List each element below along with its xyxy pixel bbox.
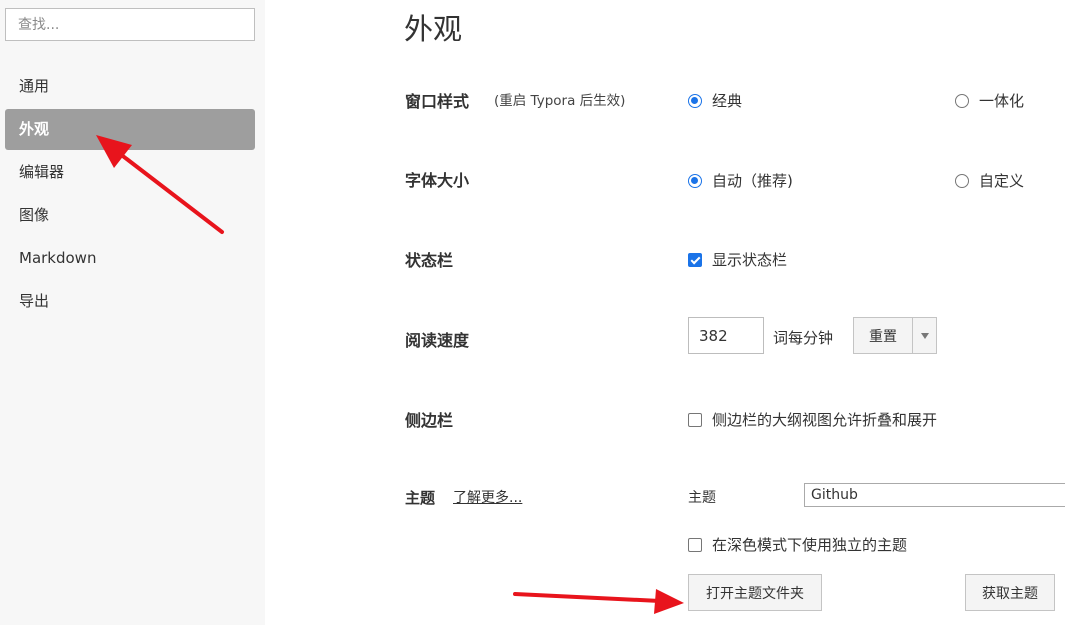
window-style-note: (重启 Typora 后生效) bbox=[494, 93, 626, 109]
font-size-label: 字体大小 bbox=[405, 171, 470, 190]
reading-speed-unit: 词每分钟 bbox=[773, 329, 834, 347]
reading-speed-input[interactable] bbox=[688, 317, 764, 354]
sidebar-item-general[interactable]: 通用 bbox=[5, 66, 255, 107]
window-style-classic-option[interactable]: 经典 bbox=[688, 90, 742, 111]
reset-button-label: 重置 bbox=[869, 328, 897, 345]
sidebar-nav: 通用 外观 编辑器 图像 Markdown 导出 bbox=[5, 66, 255, 324]
font-size-auto-option[interactable]: 自动（推荐) bbox=[688, 170, 793, 191]
arrow-to-open-folder-icon bbox=[513, 589, 684, 614]
get-themes-label: 获取主题 bbox=[982, 585, 1038, 602]
sidebar-item-image[interactable]: 图像 bbox=[5, 195, 255, 236]
sidebar-item-editor[interactable]: 编辑器 bbox=[5, 152, 255, 193]
page-title: 外观 bbox=[404, 12, 463, 46]
theme-select[interactable]: Github bbox=[804, 483, 1065, 507]
radio-unified[interactable] bbox=[955, 94, 969, 108]
outline-collapse-label: 侧边栏的大纲视图允许折叠和展开 bbox=[712, 411, 938, 429]
theme-label: 主题 bbox=[405, 489, 436, 507]
sidebar-item-appearance[interactable]: 外观 bbox=[5, 109, 255, 150]
outline-collapse-option[interactable]: 侧边栏的大纲视图允许折叠和展开 bbox=[688, 409, 937, 430]
dark-mode-theme-checkbox[interactable] bbox=[688, 538, 702, 552]
sidebar-item-markdown[interactable]: Markdown bbox=[5, 238, 255, 279]
theme-select-label: 主题 bbox=[688, 490, 716, 506]
dark-mode-theme-label: 在深色模式下使用独立的主题 bbox=[712, 536, 908, 554]
classic-label: 经典 bbox=[712, 92, 743, 110]
settings-sidebar: 通用 外观 编辑器 图像 Markdown 导出 bbox=[0, 0, 265, 625]
status-bar-label: 状态栏 bbox=[405, 251, 454, 270]
font-size-custom-option[interactable]: 自定义 bbox=[955, 170, 1024, 191]
custom-label: 自定义 bbox=[979, 172, 1025, 190]
show-status-bar-option[interactable]: 显示状态栏 bbox=[688, 249, 787, 270]
chevron-down-icon bbox=[920, 332, 929, 339]
theme-select-value: Github bbox=[811, 487, 858, 503]
outline-collapse-checkbox[interactable] bbox=[688, 413, 702, 427]
radio-auto[interactable] bbox=[688, 174, 702, 188]
radio-custom[interactable] bbox=[955, 174, 969, 188]
get-themes-button[interactable]: 获取主题 bbox=[965, 574, 1055, 611]
auto-label: 自动（推荐) bbox=[712, 172, 793, 190]
show-status-bar-label: 显示状态栏 bbox=[712, 251, 788, 269]
reset-dropdown-button[interactable] bbox=[912, 317, 937, 354]
unified-label: 一体化 bbox=[979, 92, 1025, 110]
sidebar-section-label: 侧边栏 bbox=[405, 411, 454, 430]
search-input[interactable] bbox=[5, 8, 255, 41]
dark-mode-theme-option[interactable]: 在深色模式下使用独立的主题 bbox=[688, 534, 907, 555]
sidebar-item-export[interactable]: 导出 bbox=[5, 281, 255, 322]
show-status-bar-checkbox[interactable] bbox=[688, 253, 702, 267]
reset-button[interactable]: 重置 bbox=[853, 317, 913, 354]
reading-speed-label: 阅读速度 bbox=[405, 331, 470, 350]
open-theme-folder-button[interactable]: 打开主题文件夹 bbox=[688, 574, 822, 611]
learn-more-link[interactable]: 了解更多... bbox=[453, 487, 522, 507]
open-theme-folder-label: 打开主题文件夹 bbox=[706, 585, 804, 602]
window-style-unified-option[interactable]: 一体化 bbox=[955, 90, 1024, 111]
window-style-label: 窗口样式 bbox=[405, 92, 470, 111]
radio-classic[interactable] bbox=[688, 94, 702, 108]
